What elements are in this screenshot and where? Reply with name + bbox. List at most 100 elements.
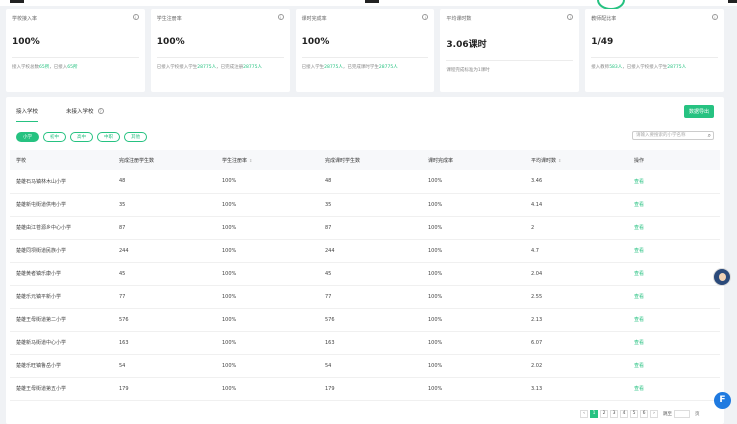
service-avatar-icon[interactable] [713, 268, 731, 286]
page-button[interactable]: 3 [610, 410, 618, 418]
table-cell: 35 [319, 193, 422, 217]
table-cell: 楚雄黄者镇乐康小学 [10, 262, 113, 286]
info-icon[interactable]: i [132, 14, 139, 20]
divider [446, 60, 574, 61]
table-cell: 100% [216, 331, 319, 355]
page-button[interactable]: 6 [640, 410, 648, 418]
table-cell: 4.14 [525, 193, 628, 217]
stat-detail-highlight: 28775人 [243, 65, 262, 70]
table-cell: 100% [422, 262, 525, 286]
table-cell: 100% [422, 331, 525, 355]
stat-detail-text: ，已接入学校接入学生 [622, 65, 668, 70]
table-cell: 100% [216, 216, 319, 240]
view-link[interactable]: 查看 [628, 262, 720, 286]
search-input[interactable]: 请输入要搜索的小学名称 ⌕ [632, 131, 714, 140]
info-icon[interactable]: i [711, 14, 718, 20]
table-cell: 45 [113, 262, 216, 286]
divider [301, 57, 429, 58]
divider [156, 57, 284, 58]
stat-detail: 接入学校总数65所，已接入65所 [12, 64, 139, 70]
table-cell: 179 [319, 377, 422, 401]
table-cell: 4.7 [525, 239, 628, 263]
info-icon[interactable]: i [277, 14, 284, 20]
view-link[interactable]: 查看 [628, 354, 720, 378]
column-header: 完成课时学生数 [319, 150, 422, 170]
level-filter: 小学 初中 高中 中职 其他 [16, 132, 147, 142]
table-cell: 179 [113, 377, 216, 401]
table-cell: 100% [216, 285, 319, 309]
prev-page-button[interactable]: ‹ [580, 410, 588, 418]
school-table: 学校 完成注册学生数 学生注册率 ⇕ 完成课时学生数 课时完成率 平均课时数 ⇕ 操… [10, 150, 720, 401]
table-cell: 2.55 [525, 285, 628, 309]
stat-detail-highlight: 65所 [67, 65, 78, 70]
jump-page-input[interactable] [674, 410, 690, 418]
table-row: 楚雄王母街道第五小学 179 100% 179 100% 3.13 查看 [10, 377, 720, 401]
page-button[interactable]: 2 [600, 410, 608, 418]
f-logo-button-icon[interactable]: F [714, 392, 731, 409]
tab-unconnected-schools[interactable]: 未接入学校? [66, 107, 104, 122]
view-link[interactable]: 查看 [628, 285, 720, 309]
table-cell: 87 [113, 216, 216, 240]
table-row: 楚雄由江苍源乡中心小学 87 100% 87 100% 2 查看 [10, 216, 720, 240]
stat-detail-highlight: 28775人 [667, 65, 687, 70]
filter-chip-other[interactable]: 其他 [124, 132, 147, 142]
view-link[interactable]: 查看 [628, 308, 720, 332]
sort-icon[interactable]: ⇕ [249, 158, 252, 163]
stat-cards: 学校接入率 i 100% 接入学校总数65所，已接入65所 学生注册率 i 10… [6, 9, 724, 92]
stat-value: 3.06课时 [446, 40, 487, 50]
column-header: 完成注册学生数 [113, 150, 216, 170]
table-cell: 100% [216, 239, 319, 263]
filter-chip-primary[interactable]: 小学 [16, 132, 39, 142]
column-header-sortable[interactable]: 平均课时数 ⇕ [525, 150, 628, 170]
stat-detail-text: ，已完成注册 [216, 65, 244, 70]
filter-chip-vocational[interactable]: 中职 [97, 132, 120, 142]
page-button[interactable]: 5 [630, 410, 638, 418]
column-header-label: 平均课时数 [531, 157, 557, 164]
column-header-sortable[interactable]: 学生注册率 ⇕ [216, 150, 319, 170]
table-cell: 48 [113, 170, 216, 194]
table-cell: 2 [525, 216, 628, 240]
table-cell: 77 [319, 285, 422, 309]
table-cell: 100% [422, 239, 525, 263]
sort-icon[interactable]: ⇕ [558, 158, 561, 163]
page-button[interactable]: 1 [590, 410, 598, 418]
table-cell: 2.13 [525, 308, 628, 332]
table-cell: 楚雄新屯街道供电小学 [10, 193, 113, 217]
table-cell: 楚雄新马街道中心小学 [10, 331, 113, 355]
view-link[interactable]: 查看 [628, 216, 720, 240]
table-cell: 244 [319, 239, 422, 263]
view-link[interactable]: 查看 [628, 377, 720, 401]
stat-title: 平均课时数 [446, 16, 472, 22]
stat-detail-text: 已接入学生 [301, 65, 325, 70]
table-row: 楚雄新屯街道供电小学 35 100% 35 100% 4.14 查看 [10, 193, 720, 217]
table-cell: 楚雄石马镇林木山小学 [10, 170, 113, 194]
stat-value: 100% [301, 37, 330, 47]
page-button[interactable]: 4 [620, 410, 628, 418]
stat-detail-highlight: 28775人 [324, 65, 343, 70]
table-cell: 100% [422, 354, 525, 378]
table-cell: 35 [113, 193, 216, 217]
export-button[interactable]: 数据导出 [683, 105, 714, 118]
next-page-button[interactable]: › [650, 410, 658, 418]
view-link[interactable]: 查看 [628, 193, 720, 217]
view-link[interactable]: 查看 [628, 170, 720, 194]
search-placeholder: 请输入要搜索的小学名称 [636, 133, 686, 138]
table-cell: 54 [319, 354, 422, 378]
view-link[interactable]: 查看 [628, 239, 720, 263]
column-header: 学校 [10, 150, 113, 170]
stat-value: 100% [12, 37, 40, 47]
filter-chip-junior[interactable]: 初中 [43, 132, 66, 142]
table-row: 楚雄新马街道中心小学 163 100% 163 100% 6.07 查看 [10, 331, 720, 355]
view-link[interactable]: 查看 [628, 331, 720, 355]
table-cell: 100% [422, 308, 525, 332]
stat-detail-highlight: 583人 [609, 65, 623, 70]
help-icon[interactable]: ? [97, 108, 104, 114]
tab-connected-schools[interactable]: 接入学校 [16, 107, 39, 122]
search-icon[interactable]: ⌕ [708, 132, 711, 139]
stat-detail: 接入教师583人，已接入学校接入学生28775人 [591, 64, 718, 70]
table-cell: 100% [216, 354, 319, 378]
divider [591, 57, 718, 58]
table-cell: 楚雄乐旺镇鲁岳小学 [10, 354, 113, 378]
stat-card: 学生注册率 i 100% 已接入学校接入学生28775人，已完成注册28775人 [150, 9, 290, 92]
filter-chip-senior[interactable]: 高中 [70, 132, 93, 142]
